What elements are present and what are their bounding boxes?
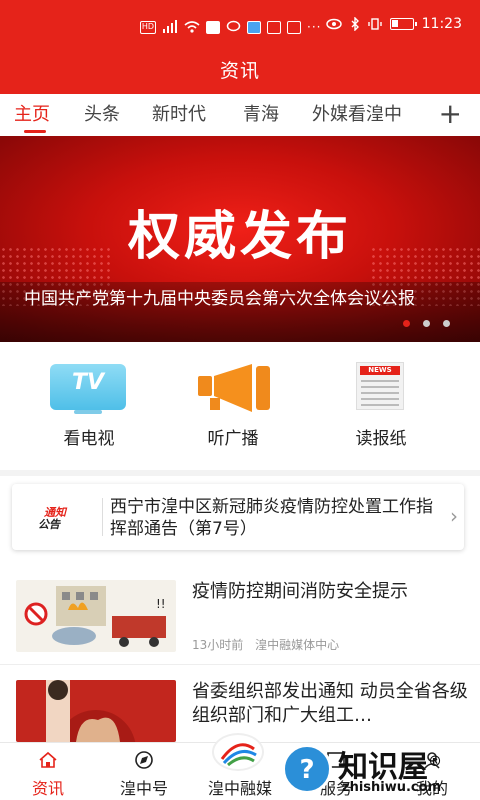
home-icon bbox=[39, 751, 57, 768]
news-title: 省委组织部发出通知 动员全省各级组织部门和广大组工… bbox=[192, 681, 468, 726]
tab-qinghai[interactable]: 青海 bbox=[243, 94, 279, 136]
notice-text: 西宁市湟中区新冠肺炎疫情防控处置工作指挥部通告（第7号） bbox=[110, 497, 433, 539]
tab-new-era[interactable]: 新时代 bbox=[152, 94, 206, 136]
active-tab-indicator bbox=[24, 130, 46, 133]
watermark-url: zhishiwu.com bbox=[342, 780, 442, 795]
banner-headline: 权威发布 bbox=[127, 207, 352, 267]
svg-text:!!: !! bbox=[156, 597, 166, 611]
page-title: 资讯 bbox=[219, 60, 260, 82]
watermark: ? 知识屋® zhishiwu.com bbox=[282, 742, 480, 800]
notice-separator bbox=[102, 498, 103, 536]
banner-carousel[interactable]: 权威发布 中国共产党第十九届中央委员会第六次全体会议公报 bbox=[0, 136, 480, 342]
listen-radio-button[interactable]: 听广播 bbox=[168, 352, 298, 462]
news-thumbnail bbox=[16, 680, 176, 742]
tab-headlines[interactable]: 头条 bbox=[84, 94, 120, 136]
app-header: HD ··· 11:23 资讯 bbox=[0, 0, 480, 94]
eye-icon bbox=[325, 18, 342, 30]
listen-radio-label: 听广播 bbox=[207, 429, 259, 449]
nav-huangzhong-hao[interactable]: 湟中号 bbox=[96, 743, 192, 800]
read-newspaper-button[interactable]: NEWS 读报纸 bbox=[316, 352, 446, 462]
bluetooth-icon bbox=[351, 17, 359, 31]
watch-tv-label: 看电视 bbox=[63, 429, 115, 449]
app-logo-icon bbox=[212, 733, 264, 771]
pager-dot[interactable] bbox=[403, 320, 410, 327]
broadcast-horn-icon bbox=[198, 364, 270, 412]
channel-tab-bar: 主页 头条 新时代 青海 外媒看湟中 + bbox=[0, 94, 480, 136]
section-divider bbox=[0, 470, 480, 476]
app-notification-icon bbox=[206, 20, 220, 34]
hd-icon: HD bbox=[140, 20, 156, 34]
tv-icon: TV bbox=[50, 364, 126, 410]
signal-icon bbox=[163, 20, 177, 33]
status-bar: HD ··· 11:23 bbox=[0, 0, 480, 54]
nav-huangzhong-media[interactable]: 湟中融媒 bbox=[192, 733, 288, 800]
wifi-icon bbox=[184, 21, 200, 33]
status-right: 11:23 bbox=[325, 16, 462, 32]
chat-icon bbox=[226, 20, 241, 32]
news-title: 疫情防控期间消防安全提示 bbox=[192, 581, 408, 602]
news-source: 湟中融媒体中心 bbox=[255, 638, 340, 652]
watch-tv-button[interactable]: TV 看电视 bbox=[24, 352, 154, 462]
status-left-icons: HD ··· bbox=[140, 19, 321, 35]
add-channel-button[interactable]: + bbox=[439, 94, 462, 136]
news-thumbnail: !! bbox=[16, 580, 176, 652]
news-time: 13小时前 bbox=[192, 638, 244, 652]
tab-foreign-media[interactable]: 外媒看湟中 bbox=[312, 94, 402, 136]
read-newspaper-label: 读报纸 bbox=[355, 429, 407, 449]
question-badge-icon: ? bbox=[282, 744, 332, 794]
banner-caption[interactable]: 中国共产党第十九届中央委员会第六次全体会议公报 bbox=[24, 288, 464, 310]
newspaper-icon: NEWS bbox=[356, 362, 404, 410]
notice-logo: 通知 公告 bbox=[38, 506, 66, 531]
news-meta: 13小时前 湟中融媒体中心 bbox=[192, 636, 339, 653]
compass-icon bbox=[135, 751, 153, 769]
chevron-right-icon: › bbox=[450, 504, 458, 528]
nav-news[interactable]: 资讯 bbox=[0, 743, 96, 800]
search-app-icon bbox=[247, 20, 261, 34]
app-badge-icon bbox=[267, 20, 281, 34]
notice-card[interactable]: 通知 公告 西宁市湟中区新冠肺炎疫情防控处置工作指挥部通告（第7号） › bbox=[12, 484, 464, 550]
tv-stand bbox=[74, 410, 102, 414]
banner-pager bbox=[403, 320, 450, 327]
app-badge-icon bbox=[287, 20, 301, 34]
more-dots-icon: ··· bbox=[307, 20, 322, 34]
news-item[interactable]: !! 疫情防控期间消防安全提示 13小时前 湟中融媒体中心 bbox=[0, 580, 480, 676]
list-divider bbox=[0, 664, 480, 665]
pager-dot[interactable] bbox=[443, 320, 450, 327]
vibrate-icon bbox=[367, 18, 382, 30]
status-time: 11:23 bbox=[421, 16, 462, 32]
battery-icon bbox=[389, 18, 417, 30]
quick-entry-row: TV 看电视 听广播 NEWS 读报纸 bbox=[0, 352, 480, 462]
pager-dot[interactable] bbox=[423, 320, 430, 327]
